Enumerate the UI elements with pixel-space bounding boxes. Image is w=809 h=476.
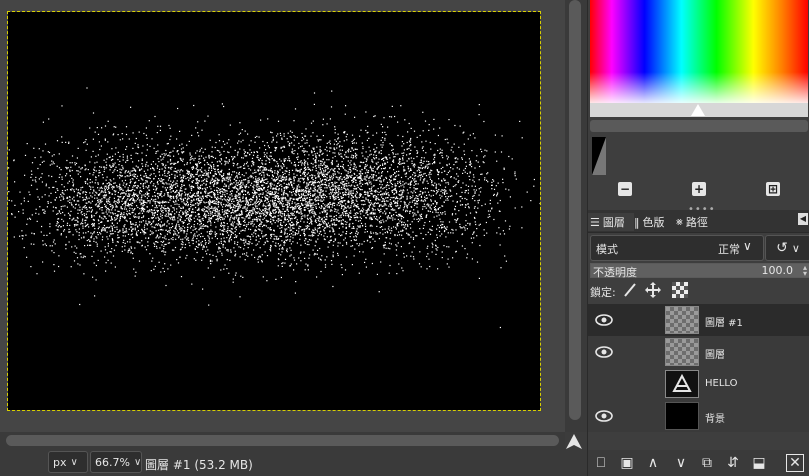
right-dock: − + ⊞ •••• ☰圖層 ‖色版 ⨳路徑 ◀ 模式 正常 ∨ ↺∨ 不透明度…: [587, 0, 809, 476]
anchor-layer-icon[interactable]: ⇵: [724, 454, 742, 472]
add-icon[interactable]: +: [692, 182, 706, 196]
tab-layers[interactable]: ☰ 圖層: [588, 213, 634, 231]
vertical-scrollbar[interactable]: [565, 0, 587, 432]
chevron-down-icon: ∨: [70, 456, 78, 468]
hue-marker-icon[interactable]: [691, 104, 705, 116]
lock-alpha-icon[interactable]: [672, 282, 688, 301]
color-scrollbar[interactable]: [590, 120, 808, 132]
layer-thumbnail: [665, 402, 699, 430]
eye-icon[interactable]: [595, 344, 613, 360]
duplicate-layer-icon[interactable]: ⧉: [698, 454, 716, 472]
dock-tabs: ☰ 圖層 ‖ 色版 ⨳ 路徑 ◀: [588, 210, 809, 233]
mode-row: 模式 正常 ∨ ↺ ∨: [588, 234, 809, 261]
new-group-icon[interactable]: ▣: [618, 454, 636, 472]
layer-thumbnail: [665, 306, 699, 334]
lower-layer-icon[interactable]: ∨: [672, 454, 690, 472]
layer-row[interactable]: 圖層 #1: [588, 304, 809, 336]
opacity-value: 100.0: [761, 264, 794, 277]
tab-paths[interactable]: ⨳ 路徑: [676, 213, 708, 231]
lock-row: 鎖定:: [588, 279, 809, 303]
layer-name[interactable]: HELLO: [705, 378, 738, 389]
tab-paths-label: 路徑: [685, 216, 708, 229]
tab-menu-icon[interactable]: ◀: [798, 213, 808, 225]
layer-name[interactable]: 背景: [705, 410, 725, 425]
unit-value: px: [53, 455, 67, 469]
spray-noise-art: [8, 87, 540, 329]
mask-layer-icon[interactable]: ⬓: [750, 454, 768, 472]
layer-name[interactable]: 圖層 #1: [705, 314, 743, 329]
tab-channels-label: 色版: [642, 216, 665, 229]
unit-select[interactable]: px ∨: [48, 451, 88, 473]
status-bar: px ∨ 66.7% ∨ 圖層 #1 (53.2 MB): [0, 450, 587, 476]
delete-layer-icon[interactable]: ✕: [786, 454, 804, 472]
channels-icon: ‖: [634, 215, 640, 229]
tab-channels[interactable]: ‖ 色版: [634, 213, 665, 231]
chevron-down-icon: ∨: [133, 456, 142, 468]
lock-position-icon[interactable]: [645, 282, 661, 301]
zoom-value: 66.7%: [95, 455, 130, 469]
grid-add-icon[interactable]: ⊞: [766, 182, 780, 196]
tab-layers-label: 圖層: [602, 216, 625, 229]
layer-toolbar: ⎕ ▣ ∧ ∨ ⧉ ⇵ ⬓ ✕: [588, 450, 809, 476]
horizontal-scroll-thumb[interactable]: [6, 435, 559, 446]
spin-arrows-icon[interactable]: ▴ ▾: [803, 264, 807, 278]
eye-hidden-slot[interactable]: [595, 376, 613, 392]
eye-icon[interactable]: [595, 312, 613, 328]
opacity-label: 不透明度: [593, 266, 637, 279]
lock-label: 鎖定:: [590, 286, 616, 299]
canvas-area[interactable]: [0, 0, 565, 432]
chevron-down-icon: ∨: [743, 239, 752, 253]
remove-icon[interactable]: −: [618, 182, 632, 196]
mode-switch-button[interactable]: ↺ ∨: [765, 235, 809, 261]
text-layer-icon: [665, 370, 699, 398]
mode-label: 模式: [596, 243, 618, 256]
navigate-icon[interactable]: [563, 432, 585, 452]
new-layer-icon[interactable]: ⎕: [592, 454, 610, 472]
layers-list: 圖層 #1 圖層 HELLO 背景: [588, 304, 809, 432]
lock-pixels-icon[interactable]: [622, 282, 638, 301]
paths-icon: ⨳: [676, 215, 683, 228]
chevron-down-icon: ∨: [791, 241, 800, 255]
layer-row[interactable]: 圖層: [588, 336, 809, 368]
mode-value: 正常: [718, 243, 740, 256]
raise-layer-icon[interactable]: ∧: [644, 454, 662, 472]
color-spectrum[interactable]: [590, 0, 808, 103]
color-swatch[interactable]: [592, 137, 606, 175]
image-canvas[interactable]: [7, 11, 541, 411]
rotate-icon: ↺: [776, 240, 788, 256]
vertical-scroll-thumb[interactable]: [569, 0, 581, 420]
layer-row[interactable]: HELLO: [588, 368, 809, 400]
layers-icon: ☰: [590, 215, 600, 229]
opacity-slider[interactable]: 不透明度 100.0 ▴ ▾: [590, 263, 809, 279]
layer-thumbnail: [665, 338, 699, 366]
zoom-select[interactable]: 66.7% ∨: [90, 451, 142, 473]
horizontal-scrollbar[interactable]: [0, 432, 565, 450]
eye-icon[interactable]: [595, 408, 613, 424]
status-message: 圖層 #1 (53.2 MB): [145, 458, 253, 472]
layer-name[interactable]: 圖層: [705, 346, 725, 361]
layer-row[interactable]: 背景: [588, 400, 809, 432]
